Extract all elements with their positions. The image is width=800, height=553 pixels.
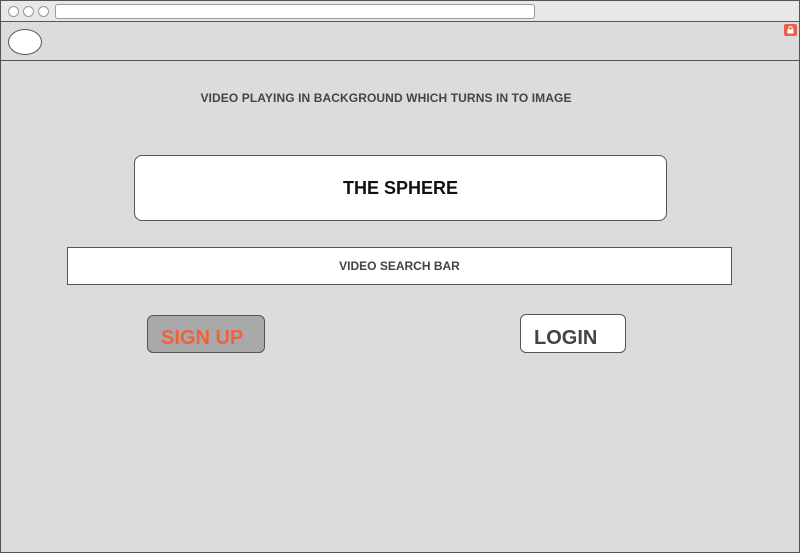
signup-button[interactable]: SIGN UP (147, 315, 265, 353)
login-button[interactable]: LOGIN (520, 314, 626, 353)
profile-avatar[interactable] (8, 29, 42, 55)
address-bar[interactable] (55, 4, 535, 19)
lock-icon (784, 24, 797, 36)
signup-label: SIGN UP (161, 327, 244, 349)
browser-title-bar (1, 1, 799, 22)
site-title: THE SPHERE (342, 177, 459, 198)
login-label: LOGIN (534, 327, 598, 349)
top-nav (1, 22, 799, 61)
site-title-box: THE SPHERE (134, 155, 667, 221)
maximize-window-button[interactable] (38, 6, 49, 17)
close-window-button[interactable] (8, 6, 19, 17)
minimize-window-button[interactable] (23, 6, 34, 17)
browser-window: VIDEO PLAYING IN BACKGROUND WHICH TURNS … (0, 0, 800, 553)
search-bar-label: VIDEO SEARCH BAR (339, 259, 460, 273)
background-video-note: VIDEO PLAYING IN BACKGROUND WHICH TURNS … (200, 91, 572, 105)
video-search-bar[interactable]: VIDEO SEARCH BAR (67, 247, 732, 285)
